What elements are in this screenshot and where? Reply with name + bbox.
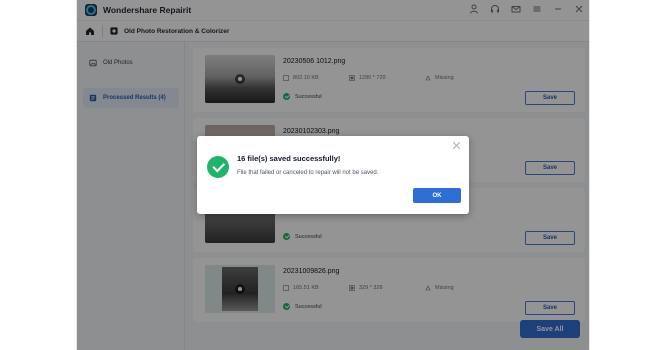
dialog-message: File that failed or canceled to repair w… <box>237 170 379 176</box>
screen: Wondershare Repairit Old Photo Restorati… <box>0 0 650 350</box>
success-check-icon <box>207 156 229 178</box>
dialog-title: 16 file(s) saved successfully! <box>237 154 341 163</box>
save-success-dialog: 16 file(s) saved successfully! File that… <box>197 136 469 214</box>
close-icon[interactable] <box>452 141 461 150</box>
ok-button[interactable]: OK <box>413 188 461 203</box>
